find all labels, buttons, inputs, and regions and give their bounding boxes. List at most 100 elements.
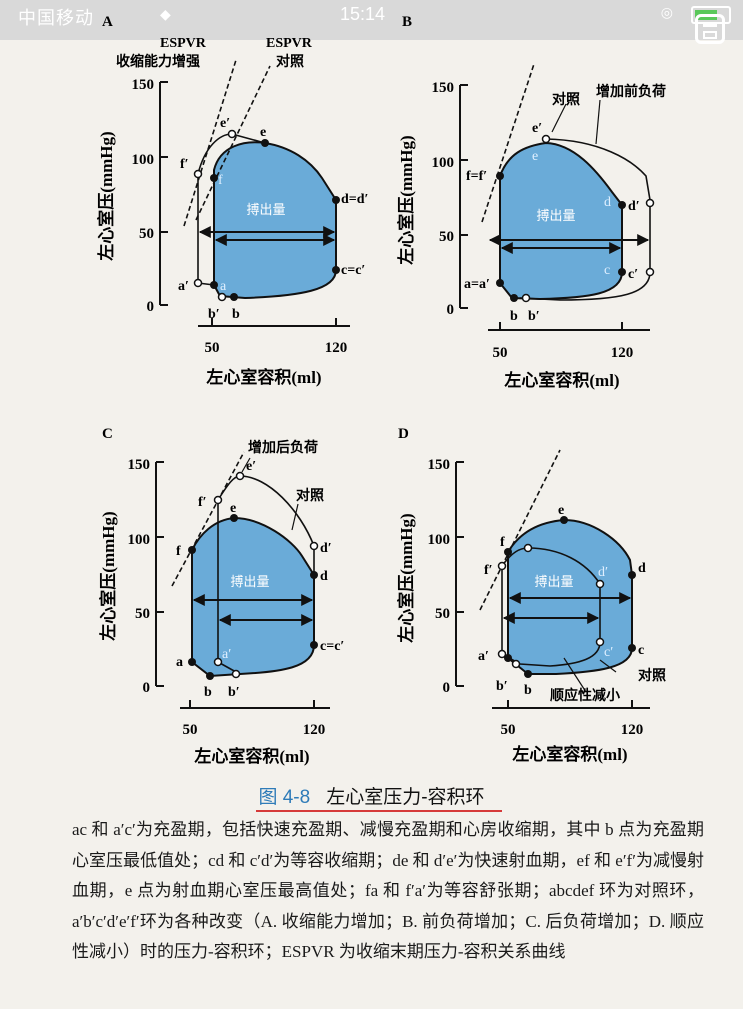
figure-number: 图 4-8 [258, 787, 311, 808]
panel-b-point-c-prime: c′ [628, 267, 638, 282]
panel-b-xtick-120: 120 [611, 345, 634, 361]
panel-d-xlabel: 左心室容积(ml) [512, 744, 627, 764]
panel-b-stroke-volume: 搏出量 [536, 208, 575, 223]
panel-d-ytick-0: 0 [443, 680, 451, 696]
panel-b-letter: B [402, 14, 412, 30]
panel-b-label-control: 对照 [552, 91, 580, 108]
panel-d: D 150 100 50 0 50 120 左心室容积(ml) 左心室压(mmH… [396, 426, 666, 764]
panel-d-xtick-50: 50 [501, 722, 516, 738]
panel-d-ytick-50: 50 [435, 606, 450, 622]
panel-c-point-d-prime: d′ [320, 541, 332, 556]
panel-a-point-a: a [220, 279, 227, 294]
panel-c-label-control: 对照 [296, 487, 324, 504]
panel-c-point-b-prime: b′ [228, 685, 240, 700]
panel-b-point-d: d [604, 195, 611, 210]
panel-d-ylabel: 左心室压(mmHg) [396, 513, 416, 642]
panel-c-xtick-50: 50 [183, 722, 198, 738]
panel-b-ytick-50: 50 [439, 229, 454, 245]
panel-b-point-f: f=f′ [466, 169, 487, 184]
panel-d-stroke-volume: 搏出量 [534, 574, 573, 589]
panel-c-xlabel: 左心室容积(ml) [194, 746, 309, 766]
panel-b-point-c: c [604, 263, 610, 278]
panel-d-point-f-prime: f′ [484, 563, 493, 578]
panel-c-ytick-50: 50 [135, 606, 150, 622]
panel-c-point-d: d [320, 569, 328, 584]
panel-d-point-f: f [500, 535, 505, 550]
panel-a-espvr-2: ESPVR [266, 36, 313, 51]
panel-b-ylabel: 左心室压(mmHg) [396, 135, 416, 264]
panel-a-ytick-100: 100 [132, 152, 155, 168]
panel-c-ylabel: 左心室压(mmHg) [98, 511, 118, 640]
panel-a-point-b-prime: b′ [208, 307, 220, 322]
panel-d-point-c-prime: c′ [604, 645, 613, 660]
panel-b-xlabel: 左心室容积(ml) [504, 370, 619, 390]
panel-b-point-b-prime: b′ [528, 309, 540, 324]
panel-a-label-control: 对照 [276, 53, 304, 70]
panel-c-letter: C [102, 426, 113, 442]
panel-d-point-b: b [524, 683, 532, 698]
panel-a-xtick-50: 50 [205, 340, 220, 356]
panel-c-point-a-prime: a′ [222, 647, 231, 662]
panel-a-ytick-0: 0 [147, 299, 155, 315]
panel-c-point-f-prime: f′ [198, 495, 207, 510]
panel-a: A 150 100 50 0 50 120 左心室容积(ml) 左心室压(mmH… [96, 14, 369, 387]
panel-c-ytick-0: 0 [143, 680, 151, 696]
panel-c-ytick-150: 150 [128, 457, 151, 473]
panel-b-xtick-50: 50 [493, 345, 508, 361]
figure-description: ac 和 a′c′为充盈期，包括快速充盈期、减慢充盈期和心房收缩期，其中 b 点… [72, 820, 704, 961]
panel-a-point-d: d=d′ [341, 192, 369, 207]
panel-d-letter: D [398, 426, 409, 442]
panel-c-point-e: e [230, 501, 236, 516]
panel-b-ytick-0: 0 [447, 302, 455, 318]
caption-underline [256, 810, 502, 812]
pv-loop-figure: A 150 100 50 0 50 120 左心室容积(ml) 左心室压(mmH… [96, 14, 666, 766]
panel-c-ytick-100: 100 [128, 532, 151, 548]
panel-c-stroke-volume: 搏出量 [230, 574, 269, 589]
panel-b-point-e-prime: e′ [532, 121, 542, 136]
panel-a-espvr-1: ESPVR [160, 36, 207, 51]
figure-title: 左心室压力-容积环 [326, 787, 485, 808]
panel-a-point-f-prime: f′ [180, 157, 189, 172]
panel-a-point-a-prime: a′ [178, 279, 189, 294]
panel-a-label-contractility: 收缩能力增强 [116, 53, 200, 70]
panel-a-point-e-prime: e′ [220, 116, 230, 131]
panel-a-point-e: e [260, 125, 266, 140]
panel-c-xtick-120: 120 [303, 722, 326, 738]
panel-a-xlabel: 左心室容积(ml) [206, 367, 321, 387]
panel-c-point-e-prime: e′ [246, 459, 256, 474]
panel-c-point-a: a [176, 655, 183, 670]
panel-d-label-control: 对照 [638, 667, 666, 684]
panel-c-point-f: f [176, 544, 181, 559]
panel-a-xtick-120: 120 [325, 340, 348, 356]
panel-d-label-compliance: 顺应性减小 [550, 687, 620, 704]
panel-a-stroke-volume: 搏出量 [246, 202, 285, 217]
panel-d-point-a-prime: a′ [478, 649, 489, 664]
panel-b-label-preload: 增加前负荷 [596, 83, 666, 100]
panel-c-label-afterload: 增加后负荷 [248, 439, 318, 456]
panel-b: B 150 100 50 0 50 120 左心室容积(ml) 左心室压(mmH… [396, 14, 666, 390]
panel-a-ytick-150: 150 [132, 77, 155, 93]
panel-a-ylabel: 左心室压(mmHg) [96, 131, 116, 260]
panel-c-point-c: c=c′ [320, 639, 344, 654]
panel-b-point-b: b [510, 309, 518, 324]
panel-c-point-b: b [204, 685, 212, 700]
panel-a-letter: A [102, 14, 113, 30]
panel-b-ytick-100: 100 [432, 155, 455, 171]
panel-a-point-c: c=c′ [341, 263, 365, 278]
panel-d-point-d: d [638, 561, 646, 576]
panel-d-ytick-100: 100 [428, 532, 451, 548]
figure-caption: 图 4-8 左心室压力-容积环 [0, 782, 743, 809]
panel-c: C 150 100 50 0 50 120 左心室容积(ml) 左心室压(mmH… [98, 426, 344, 766]
panel-a-point-b: b [232, 307, 240, 322]
panel-b-point-a: a=a′ [464, 277, 490, 292]
panel-d-point-e: e [558, 503, 564, 518]
panel-d-point-b-prime: b′ [496, 679, 508, 694]
panel-b-ytick-150: 150 [432, 80, 455, 96]
panel-b-point-e: e [532, 149, 538, 164]
panel-d-ytick-150: 150 [428, 457, 451, 473]
panel-d-xtick-120: 120 [621, 722, 644, 738]
panel-a-ytick-50: 50 [139, 226, 154, 242]
panel-b-point-d-prime: d′ [628, 199, 640, 214]
panel-d-point-c: c [638, 643, 644, 658]
panel-d-point-d-prime: d′ [598, 565, 608, 580]
